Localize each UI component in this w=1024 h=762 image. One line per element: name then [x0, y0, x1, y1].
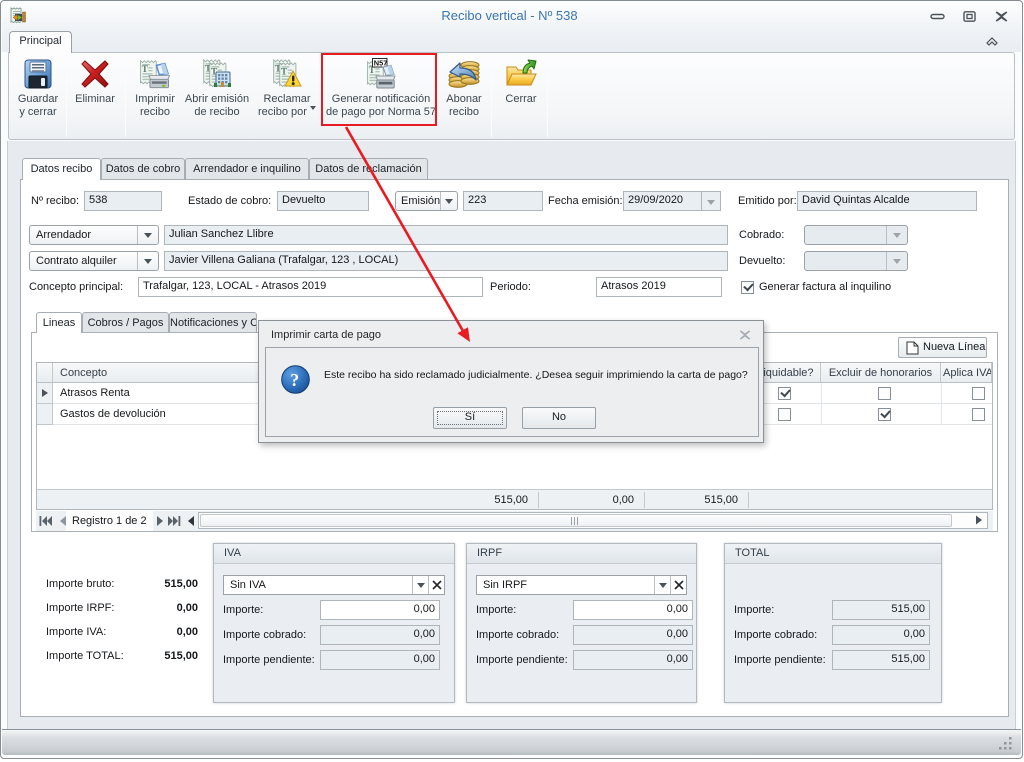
svg-text:?: ? — [290, 370, 299, 390]
